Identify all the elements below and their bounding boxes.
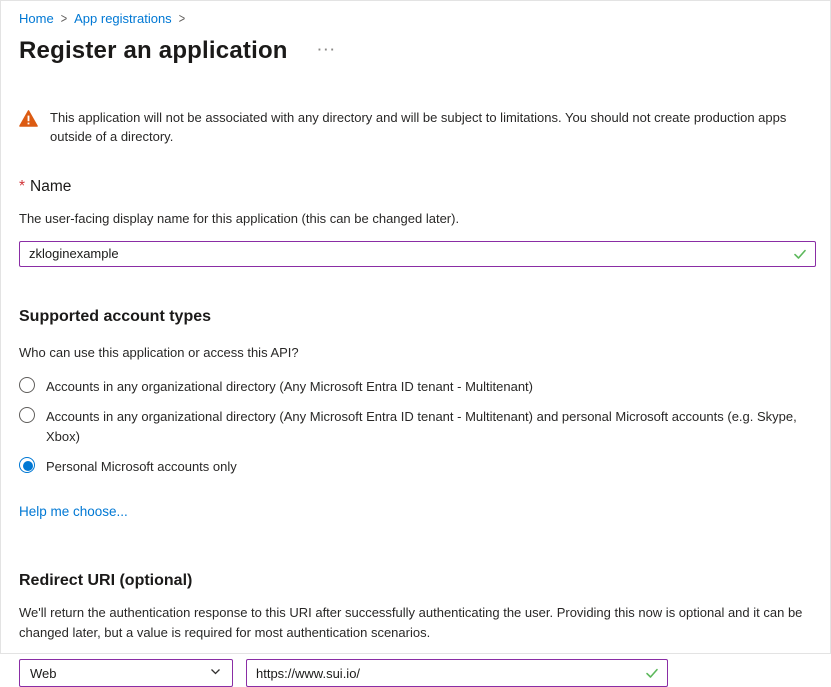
breadcrumb-link-app-registrations[interactable]: App registrations [74, 11, 172, 26]
name-field-label: * Name [19, 178, 814, 196]
redirect-uri-input[interactable] [246, 659, 668, 687]
account-types-question: Who can use this application or access t… [19, 345, 814, 360]
supported-account-types-heading: Supported account types [19, 308, 814, 326]
chevron-right-icon: > [61, 11, 67, 26]
name-field-description: The user-facing display name for this ap… [19, 211, 814, 226]
warning-text: This application will not be associated … [50, 109, 814, 147]
account-types-radio-group: Accounts in any organizational directory… [19, 377, 814, 478]
radio-option-personal-only[interactable]: Personal Microsoft accounts only [19, 457, 814, 477]
redirect-uri-input-wrap [246, 659, 668, 687]
redirect-uri-row: Web [19, 659, 814, 687]
redirect-uri-heading: Redirect URI (optional) [19, 572, 814, 590]
redirect-uri-description: We'll return the authentication response… [19, 603, 814, 642]
chevron-down-icon [209, 665, 222, 681]
page-title: Register an application [19, 37, 288, 65]
chevron-right-icon: > [179, 11, 185, 26]
more-menu-icon[interactable]: ··· [318, 42, 337, 57]
page-header: Register an application ··· [19, 37, 814, 65]
name-input-wrap [19, 241, 816, 267]
help-me-choose-link[interactable]: Help me choose... [19, 504, 128, 519]
platform-select[interactable]: Web [19, 659, 233, 687]
radio-unselected-icon[interactable] [19, 377, 35, 393]
radio-option-multitenant-personal[interactable]: Accounts in any organizational directory… [19, 407, 814, 447]
breadcrumb-link-home[interactable]: Home [19, 11, 54, 26]
breadcrumb: Home > App registrations > [19, 11, 814, 26]
radio-option-multitenant[interactable]: Accounts in any organizational directory… [19, 377, 814, 397]
radio-unselected-icon[interactable] [19, 407, 35, 423]
warning-triangle-icon [19, 110, 38, 132]
name-input[interactable] [19, 241, 816, 267]
radio-option-label: Accounts in any organizational directory… [46, 407, 808, 447]
required-asterisk: * [19, 178, 25, 195]
name-label-text: Name [30, 178, 71, 195]
radio-option-label: Personal Microsoft accounts only [46, 457, 237, 477]
radio-selected-icon[interactable] [19, 457, 35, 473]
radio-option-label: Accounts in any organizational directory… [46, 377, 533, 397]
warning-banner: This application will not be associated … [19, 109, 814, 147]
platform-select-value: Web [30, 666, 57, 681]
